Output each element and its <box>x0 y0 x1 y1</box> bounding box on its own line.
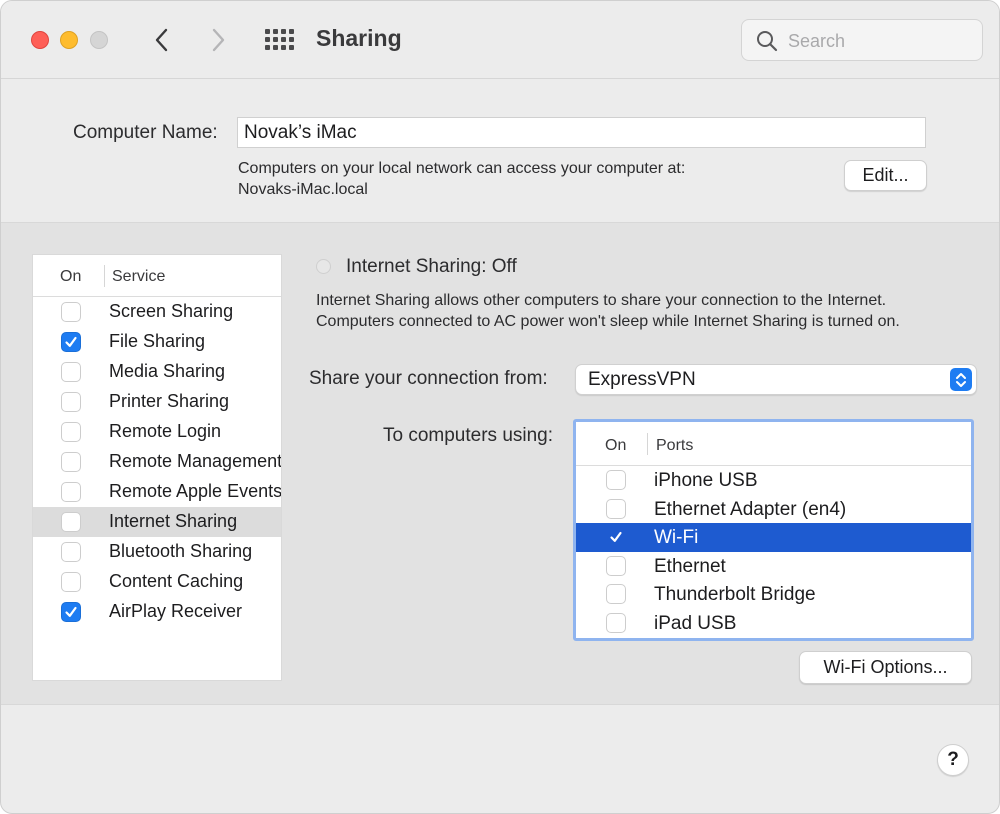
port-row-ethernet-adapter-en4[interactable]: Ethernet Adapter (en4) <box>576 495 971 524</box>
grid-icon <box>265 29 294 50</box>
computer-name-label: Computer Name: <box>73 122 218 143</box>
service-checkbox[interactable] <box>61 572 81 592</box>
port-row-iphone-usb[interactable]: iPhone USB <box>576 466 971 495</box>
port-checkbox[interactable] <box>606 584 626 604</box>
on-column-header: On <box>60 268 82 285</box>
share-from-select[interactable]: ExpressVPN <box>575 364 977 395</box>
port-label: iPhone USB <box>654 470 758 491</box>
service-row-media-sharing[interactable]: Media Sharing <box>33 357 281 387</box>
internet-sharing-status-indicator <box>316 259 331 274</box>
zoom-window-button[interactable] <box>90 31 108 49</box>
description-line: Computers connected to AC power won't sl… <box>316 313 900 330</box>
service-column-header: Service <box>112 268 166 285</box>
computer-address-description: Computers on your local network can acce… <box>238 158 685 200</box>
search-input[interactable] <box>788 28 968 54</box>
services-section: On Service Screen Sharing File Sharing Med… <box>1 223 999 705</box>
search-field[interactable] <box>741 19 983 61</box>
services-list[interactable]: On Service Screen Sharing File Sharing Med… <box>32 254 282 681</box>
to-computers-label: To computers using: <box>383 425 554 446</box>
port-label: Thunderbolt Bridge <box>654 584 816 605</box>
column-divider <box>647 433 648 455</box>
service-checkbox[interactable] <box>61 332 81 352</box>
ports-column-header: Ports <box>656 437 694 454</box>
service-label: Screen Sharing <box>109 301 234 321</box>
service-label: Internet Sharing <box>109 511 238 531</box>
port-label: Wi-Fi <box>654 527 699 548</box>
service-checkbox[interactable] <box>61 602 81 622</box>
computer-name-field[interactable] <box>237 117 926 148</box>
service-row-bluetooth-sharing[interactable]: Bluetooth Sharing <box>33 537 281 567</box>
service-row-remote-apple-events[interactable]: Remote Apple Events <box>33 477 281 507</box>
port-label: Ethernet Adapter (en4) <box>654 498 847 520</box>
internet-sharing-description: Internet Sharing allows other computers … <box>316 290 986 332</box>
up-down-chevron-icon <box>950 368 972 391</box>
service-checkbox[interactable] <box>61 512 81 532</box>
wifi-options-button[interactable]: Wi-Fi Options... <box>799 651 972 684</box>
edit-button[interactable]: Edit... <box>844 160 927 191</box>
service-checkbox[interactable] <box>61 362 81 382</box>
share-from-label: Share your connection from: <box>309 368 548 389</box>
service-label: AirPlay Receiver <box>109 601 243 621</box>
service-row-file-sharing[interactable]: File Sharing <box>33 327 281 357</box>
port-label: Ethernet <box>654 555 726 577</box>
back-button[interactable] <box>147 23 177 57</box>
ports-rows: iPhone USB Ethernet Adapter (en4) Wi-Fi Eth… <box>576 466 971 637</box>
service-label: Printer Sharing <box>109 391 230 411</box>
service-checkbox[interactable] <box>61 392 81 412</box>
minimize-window-button[interactable] <box>60 31 78 49</box>
port-checkbox[interactable] <box>606 470 626 490</box>
service-label: Bluetooth Sharing <box>109 541 253 561</box>
help-button[interactable]: ? <box>937 744 969 776</box>
service-row-printer-sharing[interactable]: Printer Sharing <box>33 387 281 417</box>
services-list-header: On Service <box>33 255 281 297</box>
services-rows: Screen Sharing File Sharing Media Sharing P… <box>33 297 281 627</box>
close-window-button[interactable] <box>31 31 49 49</box>
port-row-thunderbolt-bridge[interactable]: Thunderbolt Bridge <box>576 580 971 609</box>
window-title: Sharing <box>316 25 402 51</box>
port-row-ipad-usb[interactable]: iPad USB <box>576 609 971 638</box>
service-row-airplay-receiver[interactable]: AirPlay Receiver <box>33 597 281 627</box>
search-icon <box>757 31 778 52</box>
service-label: Content Caching <box>109 571 244 591</box>
service-label: Remote Management <box>109 451 282 471</box>
description-line: Internet Sharing allows other computers … <box>316 292 887 309</box>
service-label: Remote Login <box>109 421 222 441</box>
port-row-ethernet[interactable]: Ethernet <box>576 552 971 581</box>
service-row-content-caching[interactable]: Content Caching <box>33 567 281 597</box>
service-row-internet-sharing[interactable]: Internet Sharing <box>33 507 281 537</box>
port-row-wi-fi[interactable]: Wi-Fi <box>576 523 971 552</box>
title-bar: Sharing <box>1 1 999 79</box>
show-all-button[interactable] <box>263 25 295 55</box>
column-divider <box>104 265 105 287</box>
service-label: Media Sharing <box>109 361 226 381</box>
service-row-screen-sharing[interactable]: Screen Sharing <box>33 297 281 327</box>
on-column-header: On <box>605 437 627 454</box>
chevron-left-icon <box>155 28 168 52</box>
service-checkbox[interactable] <box>61 302 81 322</box>
address-description-text: Computers on your local network can acce… <box>238 160 686 177</box>
forward-button[interactable] <box>203 23 233 57</box>
service-checkbox[interactable] <box>61 452 81 472</box>
share-from-value: ExpressVPN <box>588 369 696 390</box>
service-checkbox[interactable] <box>61 422 81 442</box>
ports-list-header: On Ports <box>576 422 971 466</box>
computer-name-section: Computer Name: Computers on your local n… <box>1 80 999 223</box>
service-label: File Sharing <box>109 331 206 351</box>
service-row-remote-login[interactable]: Remote Login <box>33 417 281 447</box>
service-checkbox[interactable] <box>61 482 81 502</box>
sharing-window: Sharing Computer Name: Computers on your… <box>0 0 1000 814</box>
port-checkbox[interactable] <box>606 527 626 547</box>
port-label: iPad USB <box>654 612 737 634</box>
internet-sharing-status: Internet Sharing: Off <box>346 256 517 277</box>
service-label: Remote Apple Events <box>109 481 282 501</box>
service-checkbox[interactable] <box>61 542 81 562</box>
ports-list[interactable]: On Ports iPhone USB Ethernet Adapter (en4… <box>573 419 974 641</box>
port-checkbox[interactable] <box>606 612 626 633</box>
chevron-right-icon <box>212 28 225 52</box>
service-row-remote-management[interactable]: Remote Management <box>33 447 281 477</box>
local-hostname: Novaks-iMac.local <box>238 181 368 198</box>
port-checkbox[interactable] <box>606 555 626 576</box>
port-checkbox[interactable] <box>606 498 626 519</box>
